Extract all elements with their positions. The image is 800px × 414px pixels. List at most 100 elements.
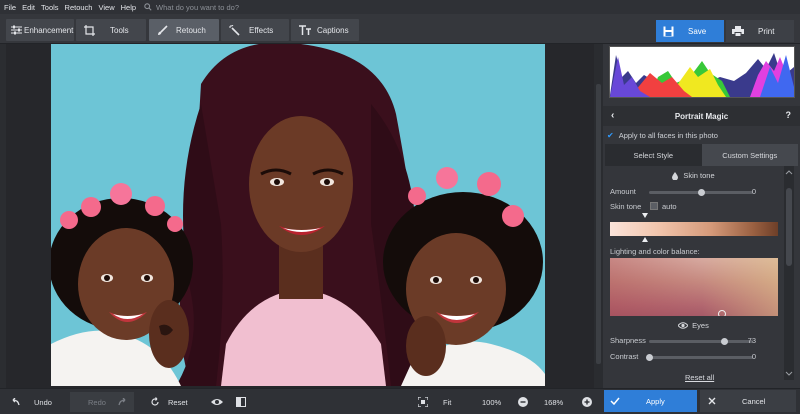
compare-button[interactable] [236, 392, 250, 412]
zoom-value: 168% [544, 397, 564, 407]
amount-slider-knob[interactable] [697, 189, 705, 196]
printer-icon [732, 25, 744, 37]
text-icon [299, 25, 311, 35]
cancel-label: Cancel [742, 396, 766, 406]
skin-tone-section-title: Skin tone [605, 171, 782, 180]
tab-tools[interactable]: Tools [76, 19, 146, 41]
zoom-100-label: 100% [482, 397, 502, 407]
panel-scrollbar[interactable] [784, 166, 794, 380]
custom-settings-list: Skin tone Amount 0 Skin tone auto Lighti… [605, 166, 782, 380]
lighting-label: Lighting and color balance: [610, 247, 700, 256]
crop-icon [84, 24, 95, 36]
checkmark-icon [610, 397, 620, 405]
color-balance-handle[interactable] [718, 310, 726, 316]
style-tabs: Select Style Custom Settings [605, 144, 798, 166]
apply-all-label: Apply to all faces in this photo [618, 130, 718, 140]
eye-icon [678, 322, 689, 329]
sharpness-label: Sharpness [610, 336, 646, 345]
save-button[interactable]: Save [656, 20, 724, 42]
tab-tools-label: Tools [110, 25, 129, 35]
search-box[interactable]: What do you want to do? [144, 3, 239, 12]
menu-bar: File Edit Tools Retouch View Help What d… [0, 0, 800, 14]
close-icon [708, 397, 716, 405]
zoom-in-button[interactable] [582, 392, 594, 412]
tab-effects-label: Effects [249, 25, 274, 35]
canvas-scroll-thumb[interactable] [596, 84, 601, 364]
tab-effects[interactable]: Effects [221, 19, 289, 41]
sharpness-slider-knob[interactable] [721, 338, 729, 345]
zoom-out-button[interactable] [518, 392, 530, 412]
tab-enhancement-label: Enhancement [24, 25, 74, 35]
amount-value: 0 [751, 187, 756, 196]
menu-edit[interactable]: Edit [22, 3, 35, 12]
eyes-section-title: Eyes [605, 321, 782, 330]
tab-retouch-label: Retouch [176, 25, 206, 35]
auto-label: auto [662, 202, 677, 211]
panel-scroll-thumb[interactable] [786, 188, 792, 266]
zoom-level[interactable]: 168% [544, 392, 574, 412]
fit-label: Fit [443, 397, 452, 407]
redo-label: Redo [88, 397, 106, 407]
droplet-icon [672, 171, 679, 180]
menu-view[interactable]: View [98, 3, 114, 12]
reset-label: Reset [168, 397, 188, 407]
apply-all-faces-checkbox[interactable]: ✔ Apply to all faces in this photo [603, 128, 718, 142]
tab-retouch[interactable]: Retouch [149, 19, 219, 41]
scroll-down-icon[interactable] [784, 370, 794, 378]
tab-select-style[interactable]: Select Style [605, 144, 702, 166]
zoom-100-button[interactable]: 100% [482, 392, 512, 412]
tab-custom-settings[interactable]: Custom Settings [701, 144, 798, 166]
print-label: Print [758, 26, 775, 36]
floppy-disk-icon [663, 26, 674, 36]
menu-retouch[interactable]: Retouch [65, 3, 93, 12]
tab-captions[interactable]: Captions [291, 19, 359, 41]
brush-icon [158, 24, 168, 35]
portrait-magic-header: ‹ Portrait Magic ? [603, 106, 800, 126]
fit-button[interactable]: Fit [418, 392, 476, 412]
sharpness-value: 73 [747, 336, 756, 345]
menu-help[interactable]: Help [121, 3, 136, 12]
search-placeholder: What do you want to do? [156, 2, 240, 12]
compare-split-icon [236, 397, 246, 407]
reset-icon [151, 397, 159, 406]
undo-icon [12, 398, 20, 406]
photo-canvas[interactable] [6, 44, 594, 388]
contrast-slider-knob[interactable] [645, 354, 653, 361]
auto-checkbox[interactable] [650, 202, 658, 210]
canvas-vertical-scrollbar[interactable] [594, 44, 603, 388]
zoom-out-icon [518, 397, 528, 407]
portrait-photo [51, 44, 545, 386]
tab-enhancement[interactable]: Enhancement [6, 19, 74, 41]
tab-captions-label: Captions [317, 25, 349, 35]
contrast-label: Contrast [610, 352, 639, 361]
color-balance-picker[interactable] [610, 258, 778, 316]
back-chevron-icon[interactable]: ‹ [611, 110, 614, 121]
zoom-in-icon [582, 397, 592, 407]
skin-tone-top-marker-icon[interactable] [642, 213, 648, 218]
checkmark-icon: ✔ [607, 130, 614, 140]
redo-button[interactable]: Redo [70, 392, 134, 412]
sliders-icon [11, 25, 22, 35]
skin-tone-gradient[interactable] [610, 222, 778, 236]
save-label: Save [688, 26, 707, 36]
scroll-up-icon[interactable] [784, 168, 794, 176]
skin-tone-bottom-marker-icon[interactable] [642, 237, 648, 242]
menu-file[interactable]: File [4, 3, 16, 12]
fit-screen-icon [418, 397, 428, 407]
print-button[interactable]: Print [726, 20, 794, 42]
magic-wand-icon [229, 24, 240, 36]
apply-label: Apply [646, 396, 665, 406]
cancel-button[interactable]: Cancel [700, 390, 796, 412]
redo-icon [118, 398, 126, 406]
preview-eye-button[interactable] [211, 392, 225, 412]
menu-tools[interactable]: Tools [41, 3, 59, 12]
reset-button[interactable]: Reset [150, 392, 202, 412]
apply-button[interactable]: Apply [604, 390, 697, 412]
skin-tone-label: Skin tone [610, 202, 642, 211]
amount-label: Amount [610, 187, 636, 196]
eye-icon [211, 399, 223, 405]
reset-all-link[interactable]: Reset all [685, 373, 714, 382]
panel-title: Portrait Magic [674, 111, 729, 121]
help-icon[interactable]: ? [786, 110, 792, 120]
undo-button[interactable]: Undo [8, 392, 66, 412]
